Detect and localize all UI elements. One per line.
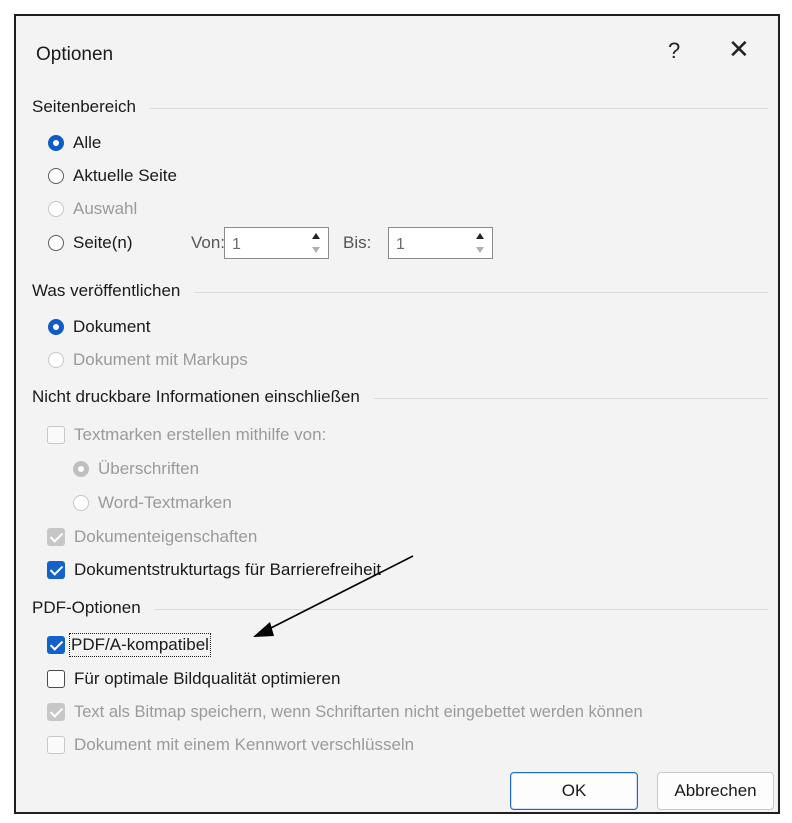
checkbox-label: Dokumenteigenschaften [74,527,258,546]
bis-value[interactable]: 1 [396,236,405,254]
radio-dokument[interactable]: Dokument [48,314,150,340]
von-spinner[interactable]: 1 [224,227,329,259]
von-value[interactable]: 1 [232,236,241,254]
check-kennwort: Dokument mit einem Kennwort verschlüssel… [47,732,414,758]
group-label: Seitenbereich [32,97,150,117]
options-dialog: Optionen ? ✕ Seitenbereich Alle Aktuelle… [14,14,780,814]
checkbox-label: Text als Bitmap speichern, wenn Schrifta… [74,702,643,721]
group-seitenbereich: Seitenbereich [16,97,778,121]
bis-spinner[interactable]: 1 [388,227,493,259]
spinner-arrows[interactable] [469,229,491,257]
radio-dokument-markups: Dokument mit Markups [48,347,248,373]
radio-label: Word-Textmarken [98,493,232,512]
checkbox-indicator [47,426,65,444]
checkbox-label: Textmarken erstellen mithilfe von: [74,425,327,444]
radio-label: Aktuelle Seite [73,166,177,185]
spin-down-icon[interactable] [307,244,325,257]
von-label: Von: [191,233,226,252]
radio-indicator [48,352,64,368]
check-dokumenteigenschaften: Dokumenteigenschaften [47,524,257,550]
cancel-button[interactable]: Abbrechen [657,772,774,810]
dialog-title: Optionen [36,44,114,65]
title-bar: Optionen ? ✕ [16,16,778,78]
check-strukturtags[interactable]: Dokumentstrukturtags für Barrierefreihei… [47,557,381,583]
radio-alle[interactable]: Alle [48,130,101,156]
group-was-veroeffentlichen: Was veröffentlichen [16,281,778,305]
radio-auswahl: Auswahl [48,196,137,222]
group-label: Nicht druckbare Informationen einschließ… [32,387,374,407]
bis-label: Bis: [343,233,372,252]
checkbox-label: Für optimale Bildqualität optimieren [74,669,341,688]
checkbox-label: Dokumentstrukturtags für Barrierefreihei… [74,560,382,579]
radio-word-textmarken: Word-Textmarken [73,490,232,516]
radio-aktuelle-seite[interactable]: Aktuelle Seite [48,163,177,189]
radio-indicator[interactable] [48,135,64,151]
radio-indicator[interactable] [48,319,64,335]
checkbox-indicator [47,528,65,546]
radio-label: Überschriften [98,459,200,478]
spin-down-icon[interactable] [471,244,489,257]
radio-label: Dokument mit Markups [73,350,248,369]
spin-up-icon[interactable] [471,230,489,243]
close-icon[interactable]: ✕ [728,36,750,62]
checkbox-indicator[interactable] [47,670,65,688]
radio-indicator [73,461,89,477]
ok-button[interactable]: OK [510,772,638,810]
radio-indicator [73,495,89,511]
radio-ueberschriften: Überschriften [73,456,199,482]
radio-seiten[interactable]: Seite(n) [48,230,133,256]
radio-indicator[interactable] [48,168,64,184]
check-textmarken: Textmarken erstellen mithilfe von: [47,422,326,448]
check-bitmap: Text als Bitmap speichern, wenn Schrifta… [47,699,643,725]
radio-label: Alle [73,133,102,152]
help-button[interactable]: ? [668,38,680,64]
checkbox-label: PDF/A-kompatibel [69,633,211,657]
checkbox-indicator [47,703,65,721]
radio-label: Auswahl [73,199,138,218]
radio-label: Seite(n) [73,233,133,252]
checkbox-indicator [47,736,65,754]
radio-indicator [48,201,64,217]
group-nicht-druckbar: Nicht druckbare Informationen einschließ… [16,387,778,411]
radio-indicator[interactable] [48,235,64,251]
group-pdf-optionen: PDF-Optionen [16,598,778,622]
checkbox-label: Dokument mit einem Kennwort verschlüssel… [74,735,415,754]
checkbox-indicator[interactable] [47,636,65,654]
checkbox-indicator[interactable] [47,561,65,579]
check-bildqualitaet[interactable]: Für optimale Bildqualität optimieren [47,666,340,692]
check-pdfa[interactable]: PDF/A-kompatibel [47,632,211,658]
spin-up-icon[interactable] [307,230,325,243]
group-label: Was veröffentlichen [32,281,195,301]
radio-label: Dokument [73,317,151,336]
group-label: PDF-Optionen [32,598,155,618]
spinner-arrows[interactable] [305,229,327,257]
